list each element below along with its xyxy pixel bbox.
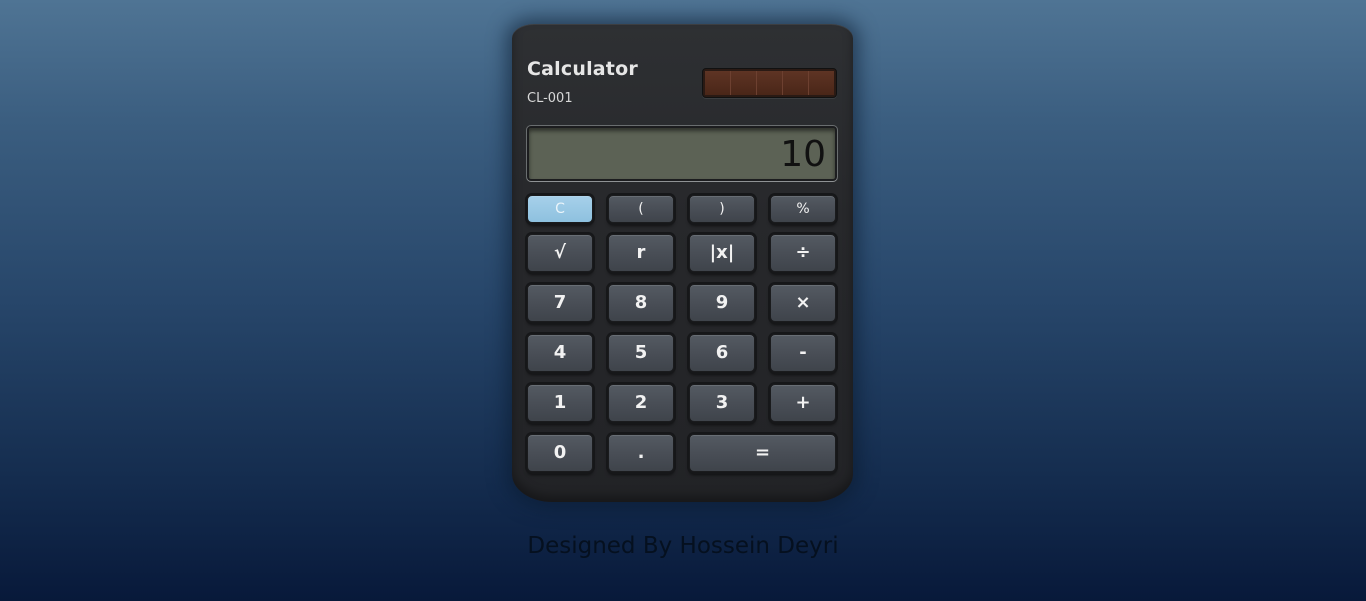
eight-button[interactable]: 8 [608, 284, 674, 322]
seven-button[interactable]: 7 [527, 284, 593, 322]
percent-button[interactable]: % [770, 195, 836, 223]
zero-button[interactable]: 0 [527, 434, 593, 472]
divide-button[interactable]: ÷ [770, 234, 836, 272]
open-paren-button[interactable]: ( [608, 195, 674, 223]
solar-cell [705, 71, 731, 95]
six-button[interactable]: 6 [689, 334, 755, 372]
calculator: Calculator CL-001 10 C ( ) % √ r |x| ÷ 7… [512, 24, 853, 502]
sqrt-button[interactable]: √ [527, 234, 593, 272]
solar-cell [731, 71, 757, 95]
nine-button[interactable]: 9 [689, 284, 755, 322]
solar-cell [783, 71, 809, 95]
calculator-model: CL-001 [527, 91, 573, 106]
minus-button[interactable]: - [770, 334, 836, 372]
five-button[interactable]: 5 [608, 334, 674, 372]
clear-button[interactable]: C [527, 195, 593, 223]
abs-button[interactable]: |x| [689, 234, 755, 272]
solar-panel [702, 68, 837, 98]
solar-cell [809, 71, 834, 95]
three-button[interactable]: 3 [689, 384, 755, 422]
plus-button[interactable]: + [770, 384, 836, 422]
solar-cell [757, 71, 783, 95]
calculator-display: 10 [527, 126, 837, 181]
designer-credit: Designed By Hossein Deyri [527, 533, 839, 559]
two-button[interactable]: 2 [608, 384, 674, 422]
close-paren-button[interactable]: ) [689, 195, 755, 223]
equals-button[interactable]: = [689, 434, 836, 472]
one-button[interactable]: 1 [527, 384, 593, 422]
r-button[interactable]: r [608, 234, 674, 272]
four-button[interactable]: 4 [527, 334, 593, 372]
calculator-title: Calculator [527, 58, 638, 80]
decimal-button[interactable]: . [608, 434, 674, 472]
multiply-button[interactable]: × [770, 284, 836, 322]
